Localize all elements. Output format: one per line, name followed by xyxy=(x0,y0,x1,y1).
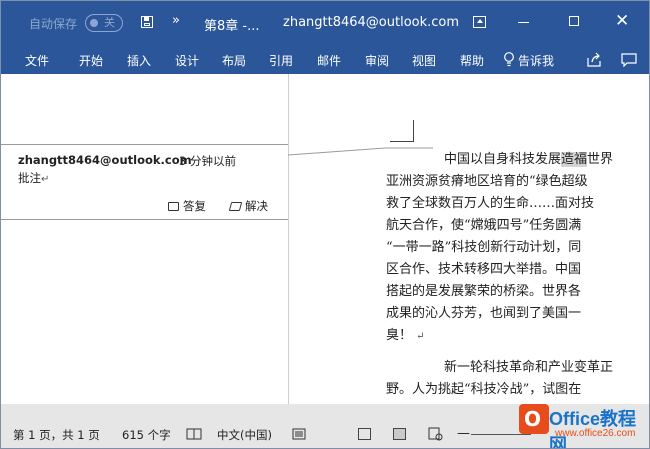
lightbulb-icon xyxy=(504,52,514,67)
watermark-title: Office教程网 xyxy=(549,409,637,449)
text-run: 臭！ xyxy=(386,328,413,343)
text-line: 航天合作，使“嫦娥四号”任务圆满 xyxy=(386,218,582,233)
zoom-out-button[interactable]: — xyxy=(457,426,470,441)
tab-review[interactable]: 审阅 xyxy=(365,52,389,69)
autosave-state: 关 xyxy=(104,16,115,29)
save-icon[interactable] xyxy=(141,16,153,28)
paragraph-mark: ↵ xyxy=(416,331,425,342)
web-layout-view-icon[interactable] xyxy=(428,427,443,441)
word-window: 自动保存 关 » 第8章 -... zhangtt8464@outlook.co… xyxy=(0,0,650,449)
autosave-toggle[interactable]: 关 xyxy=(85,14,123,32)
macro-recording-icon[interactable] xyxy=(292,427,306,441)
account-name[interactable]: zhangtt8464@outlook.com xyxy=(283,15,459,30)
page-number-indicator[interactable]: 第 1 页，共 1 页 xyxy=(13,427,100,443)
title-bar: 自动保存 关 » 第8章 -... zhangtt8464@outlook.co… xyxy=(1,1,649,45)
text-line: “一带一路”科技创新行动计划，同 xyxy=(386,240,582,255)
tell-me-search[interactable]: 告诉我 xyxy=(518,52,554,69)
share-icon[interactable] xyxy=(587,52,602,67)
tab-view[interactable]: 视图 xyxy=(412,52,436,69)
toggle-knob xyxy=(90,19,98,27)
tab-file[interactable]: 文件 xyxy=(25,52,49,69)
comments-icon[interactable] xyxy=(621,53,637,67)
watermark-site: www.office26.com xyxy=(555,428,636,439)
commented-text[interactable]: 造福 xyxy=(561,152,588,167)
print-layout-view-icon[interactable] xyxy=(393,428,406,440)
document-area: zhangtt8464@outlook.com 3 分钟以前 批注↵ 答复 解决… xyxy=(1,74,649,404)
tab-layout[interactable]: 布局 xyxy=(222,52,246,69)
text-line: 亚洲资源贫瘠地区培育的“绿色超级 xyxy=(386,174,588,189)
autosave-label: 自动保存 xyxy=(29,17,78,31)
tab-mailings[interactable]: 邮件 xyxy=(317,52,341,69)
margin-corner-mark xyxy=(413,120,414,142)
document-title: 第8章 -... xyxy=(204,19,260,34)
tab-insert[interactable]: 插入 xyxy=(127,52,151,69)
language-indicator[interactable]: 中文(中国) xyxy=(217,427,272,443)
text-line: 野。人为挑起“科技冷战”，试图在 xyxy=(386,382,582,397)
tab-home[interactable]: 开始 xyxy=(79,52,103,69)
text-line: 搭起的是发展繁荣的桥梁。世界各 xyxy=(386,284,582,299)
text-line: 成果的沁人芬芳，也闻到了美国一 xyxy=(386,306,582,321)
ribbon-tabs: 文件 开始 插入 设计 布局 引用 邮件 审阅 视图 帮助 告诉我 xyxy=(1,45,649,74)
text-line: 区合作、技术转移四大举措。中国 xyxy=(386,262,582,277)
margin-corner-mark xyxy=(390,141,414,142)
text-run: 世界 xyxy=(587,152,614,167)
tab-design[interactable]: 设计 xyxy=(175,52,199,69)
tab-help[interactable]: 帮助 xyxy=(460,52,484,69)
text-run: 中国以自身科技发展 xyxy=(444,152,562,167)
read-mode-accessibility-icon[interactable] xyxy=(186,427,202,441)
minimize-icon[interactable] xyxy=(518,22,529,23)
ribbon-display-options-icon[interactable] xyxy=(473,16,486,28)
site-watermark-logo: O Office教程网 www.office26.com xyxy=(519,404,649,449)
word-count[interactable]: 615 个字 xyxy=(122,427,171,443)
close-icon[interactable]: ✕ xyxy=(615,11,629,31)
text-line: 救了全球数百万人的生命……面对技 xyxy=(386,196,595,211)
text-line: 臭！ ↵ xyxy=(386,324,425,343)
read-mode-view-icon[interactable] xyxy=(358,428,371,440)
maximize-icon[interactable] xyxy=(569,16,579,26)
quick-access-more-icon[interactable]: » xyxy=(172,13,180,28)
text-line: 新一轮科技革命和产业变革正 xyxy=(444,360,614,375)
text-line: 中国以自身科技发展造福世界 xyxy=(444,148,613,167)
tab-references[interactable]: 引用 xyxy=(269,52,293,69)
watermark-badge: O xyxy=(519,404,549,434)
watermark-badge-text: O xyxy=(524,407,542,431)
